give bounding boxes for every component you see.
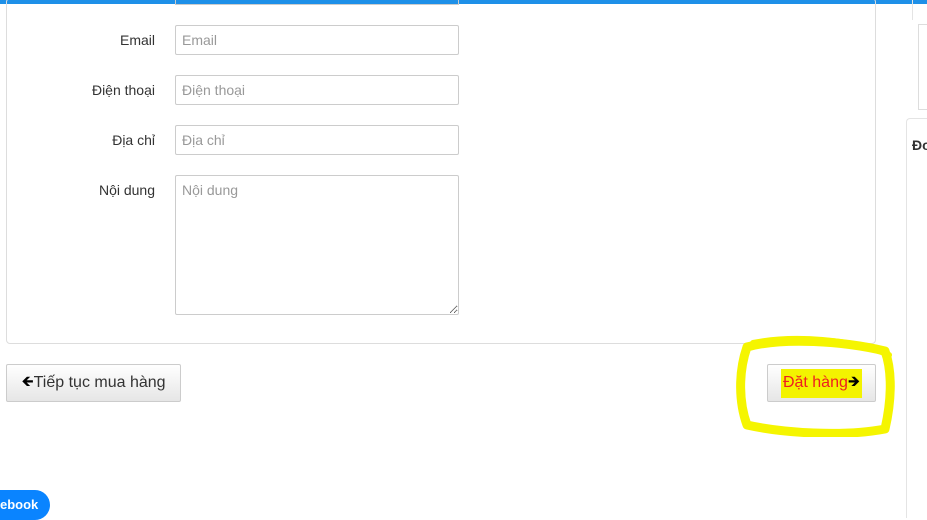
- place-order-label: Đặt hàng: [782, 374, 848, 391]
- sidebar-divider: [912, 0, 913, 20]
- sidebar-box: [918, 24, 927, 110]
- phone-label: Điện thoại: [91, 82, 155, 98]
- arrow-right-icon: 🡺: [847, 372, 861, 390]
- arrow-left-icon: 🡸: [21, 372, 34, 390]
- email-label: Email: [119, 32, 155, 48]
- phone-field[interactable]: [175, 75, 459, 105]
- sidebar-title: Đơ: [912, 137, 927, 153]
- continue-shopping-label: Tiếp tục mua hàng: [33, 374, 166, 391]
- place-order-highlight: Đặt hàng 🡺: [780, 368, 863, 398]
- sidebar-panel: [906, 118, 927, 518]
- address-field[interactable]: [175, 125, 459, 155]
- messenger-chat-label: ebook: [0, 497, 39, 512]
- content-textarea[interactable]: [175, 175, 459, 315]
- address-label: Địa chỉ: [112, 132, 155, 148]
- continue-shopping-button[interactable]: 🡸 Tiếp tục mua hàng: [6, 364, 181, 402]
- place-order-button[interactable]: Đặt hàng 🡺: [767, 364, 876, 402]
- email-field[interactable]: [175, 25, 459, 55]
- content-label: Nội dung: [98, 182, 155, 198]
- previous-field-edge[interactable]: [175, 0, 459, 5]
- messenger-chat-button[interactable]: ebook: [0, 490, 50, 520]
